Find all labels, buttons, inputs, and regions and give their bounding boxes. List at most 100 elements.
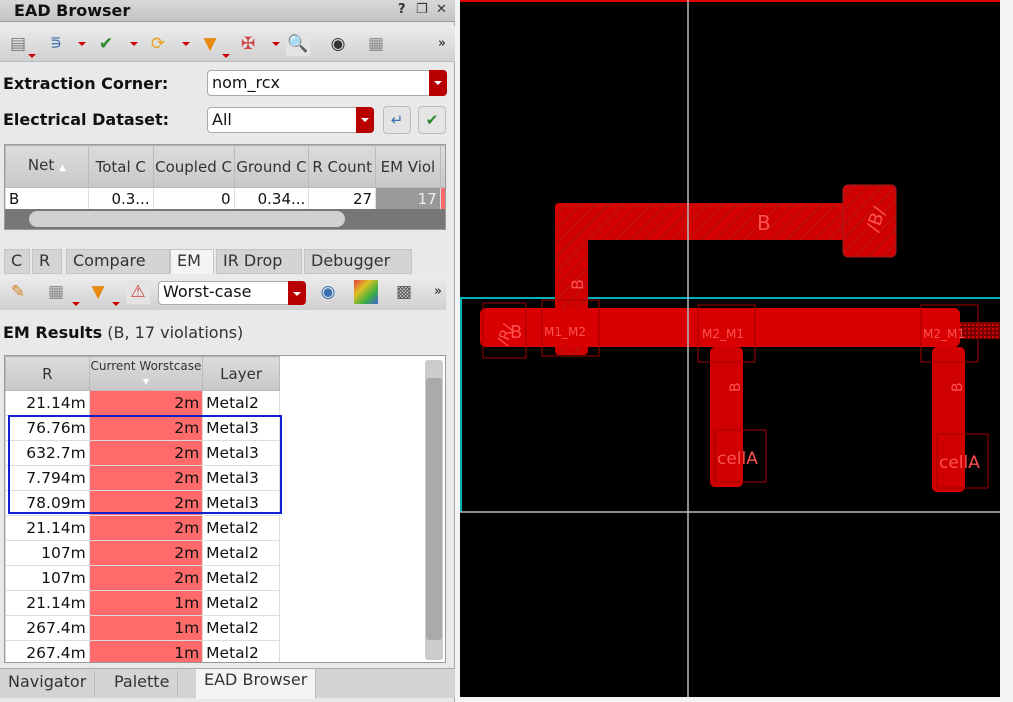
layer-cell: Metal2 bbox=[202, 390, 280, 416]
current-cell: 1m bbox=[88, 615, 204, 641]
warning-icon[interactable]: ⚠ bbox=[126, 280, 150, 304]
close-button[interactable]: ✕ bbox=[436, 2, 447, 17]
via-label-1: M1_M2 bbox=[544, 325, 586, 339]
probe-icon[interactable]: ✠ bbox=[236, 32, 260, 56]
table-icon[interactable]: ▦ bbox=[364, 32, 388, 56]
settings-icon[interactable]: ▩ bbox=[392, 280, 416, 304]
zoom-fit-icon[interactable]: 🔍 bbox=[286, 32, 310, 56]
tab-r[interactable]: R bbox=[32, 249, 62, 274]
col-current-worstcase[interactable]: Current Worstcase ▼ bbox=[88, 356, 204, 391]
col-r[interactable]: R bbox=[5, 356, 90, 391]
r-cell: 21.14m bbox=[5, 590, 90, 616]
table-row[interactable]: B 0.3... 0 0.34... 27 17 bbox=[5, 187, 445, 210]
j-cell bbox=[439, 187, 445, 210]
ead-browser-panel: EAD Browser ? ❐ ✕ ▤ ⋾ ✔ ⟳ ▼ ✠ 🔍 ◉ ▦ » Ex… bbox=[0, 0, 455, 702]
layer-cell: Metal2 bbox=[202, 565, 280, 591]
col-net[interactable]: Net ▲ bbox=[5, 145, 89, 188]
net-label: B bbox=[757, 211, 771, 235]
layer-cell: Metal2 bbox=[202, 540, 280, 566]
extraction-corner-value: nom_rcx bbox=[212, 73, 281, 92]
ground-c-cell: 0.34... bbox=[233, 187, 310, 210]
dataset-check-button[interactable]: ✔ bbox=[418, 106, 446, 134]
net-table: Net ▲ Total C Coupled C Ground C R Count… bbox=[4, 144, 446, 230]
metal2-wire-extension[interactable] bbox=[960, 322, 1000, 339]
table-row[interactable]: 21.14m 1m Metal2 bbox=[5, 590, 280, 616]
table-row[interactable]: 21.14m 2m Metal2 bbox=[5, 390, 280, 416]
em-results-subtitle: (B, 17 violations) bbox=[107, 323, 244, 342]
chevron-down-icon bbox=[288, 281, 306, 305]
net-label-left: B bbox=[510, 322, 522, 343]
check-icon[interactable]: ✔ bbox=[94, 32, 118, 56]
extraction-corner-label: Extraction Corner: bbox=[3, 74, 169, 93]
current-cell: 2m bbox=[88, 390, 204, 416]
col-em-viol[interactable]: EM Viol bbox=[375, 145, 441, 188]
em-mode-select[interactable]: Worst-case bbox=[158, 281, 306, 305]
file-icon[interactable]: ▤ bbox=[6, 32, 30, 56]
table-row[interactable]: 21.14m 2m Metal2 bbox=[5, 515, 280, 541]
float-button[interactable]: ❐ bbox=[416, 2, 428, 17]
tab-ir-drop[interactable]: IR Drop bbox=[216, 249, 302, 274]
tab-ead-browser[interactable]: EAD Browser bbox=[196, 669, 317, 699]
bottom-tab-bar: Navigator Palette EAD Browser bbox=[0, 668, 455, 699]
tab-c[interactable]: C bbox=[4, 249, 30, 274]
color-map-icon[interactable] bbox=[354, 280, 378, 304]
cell-label-2: cellA bbox=[939, 453, 980, 473]
tab-compare[interactable]: Compare bbox=[66, 249, 170, 274]
refresh-icon[interactable]: ⟳ bbox=[146, 32, 170, 56]
col-total-c[interactable]: Total C bbox=[87, 145, 154, 188]
table-row[interactable]: 107m 2m Metal2 bbox=[5, 565, 280, 591]
toolbar-more-button[interactable]: » bbox=[430, 32, 454, 56]
coupled-c-cell: 0 bbox=[152, 187, 235, 210]
binoculars-icon[interactable]: ◉ bbox=[326, 32, 350, 56]
table-row[interactable]: 267.4m 1m Metal2 bbox=[5, 615, 280, 641]
pencil-icon[interactable]: ✎ bbox=[6, 280, 30, 304]
tab-em[interactable]: EM bbox=[170, 249, 214, 274]
em-results-title: EM Results bbox=[3, 323, 103, 342]
tab-navigator[interactable]: Navigator bbox=[0, 671, 96, 697]
col-coupled-c[interactable]: Coupled C bbox=[152, 145, 235, 188]
eye-icon[interactable]: ◉ bbox=[316, 280, 340, 304]
dataset-import-button[interactable]: ↵ bbox=[383, 106, 411, 134]
r-count-cell: 27 bbox=[308, 187, 377, 210]
via-label-2: M2_M1 bbox=[702, 327, 744, 341]
filter-icon[interactable]: ▼ bbox=[86, 280, 110, 304]
table-row[interactable]: 107m 2m Metal2 bbox=[5, 540, 280, 566]
em-mode-value: Worst-case bbox=[163, 282, 252, 301]
electrical-dataset-select[interactable]: All bbox=[207, 107, 374, 133]
total-c-cell: 0.3... bbox=[87, 187, 154, 210]
col-r-count[interactable]: R Count bbox=[308, 145, 377, 188]
layer-cell: Metal2 bbox=[202, 590, 280, 616]
vertical-scrollbar[interactable] bbox=[425, 360, 443, 660]
electrical-dataset-label: Electrical Dataset: bbox=[3, 110, 170, 129]
col-ground-c[interactable]: Ground C bbox=[233, 145, 310, 188]
current-cell: 2m bbox=[88, 515, 204, 541]
em-toolbar-more-button[interactable]: » bbox=[426, 280, 450, 304]
tab-debugger[interactable]: Debugger bbox=[304, 249, 412, 274]
r-cell: 107m bbox=[5, 540, 90, 566]
sort-asc-icon: ▲ bbox=[59, 163, 66, 173]
col-j[interactable]: J bbox=[439, 145, 445, 188]
chevron-down-icon bbox=[429, 70, 447, 96]
filter-icon[interactable]: ▼ bbox=[198, 32, 222, 56]
help-button[interactable]: ? bbox=[398, 2, 406, 17]
resistor-icon[interactable]: ⋾ bbox=[44, 32, 68, 56]
r-cell: 267.4m bbox=[5, 640, 90, 662]
scrollbar-thumb[interactable] bbox=[426, 378, 442, 640]
extraction-corner-select[interactable]: nom_rcx bbox=[207, 70, 447, 96]
net-label-pin2: B bbox=[950, 382, 966, 392]
layout-canvas[interactable]: B /B/ B /R/ B M1_M2 M2_M1 M2_M1 B B cell… bbox=[460, 0, 1000, 697]
table-icon[interactable]: ▦ bbox=[44, 280, 68, 304]
layer-cell: Metal2 bbox=[202, 515, 280, 541]
main-toolbar: ▤ ⋾ ✔ ⟳ ▼ ✠ 🔍 ◉ ▦ » bbox=[0, 26, 455, 62]
electrical-dataset-value: All bbox=[212, 110, 232, 129]
tab-palette[interactable]: Palette bbox=[106, 671, 179, 697]
col-layer[interactable]: Layer bbox=[202, 356, 280, 391]
metal3-wire-top[interactable] bbox=[555, 203, 848, 240]
net-cell: B bbox=[5, 187, 89, 210]
layer-cell: Metal2 bbox=[202, 615, 280, 641]
layout-view[interactable]: B /B/ B /R/ B M1_M2 M2_M1 M2_M1 B B cell… bbox=[460, 0, 1000, 697]
horizontal-scrollbar[interactable] bbox=[5, 209, 445, 229]
table-row[interactable]: 267.4m 1m Metal2 bbox=[5, 640, 280, 662]
scrollbar-thumb[interactable] bbox=[29, 211, 345, 227]
via-label-3: M2_M1 bbox=[923, 327, 965, 341]
